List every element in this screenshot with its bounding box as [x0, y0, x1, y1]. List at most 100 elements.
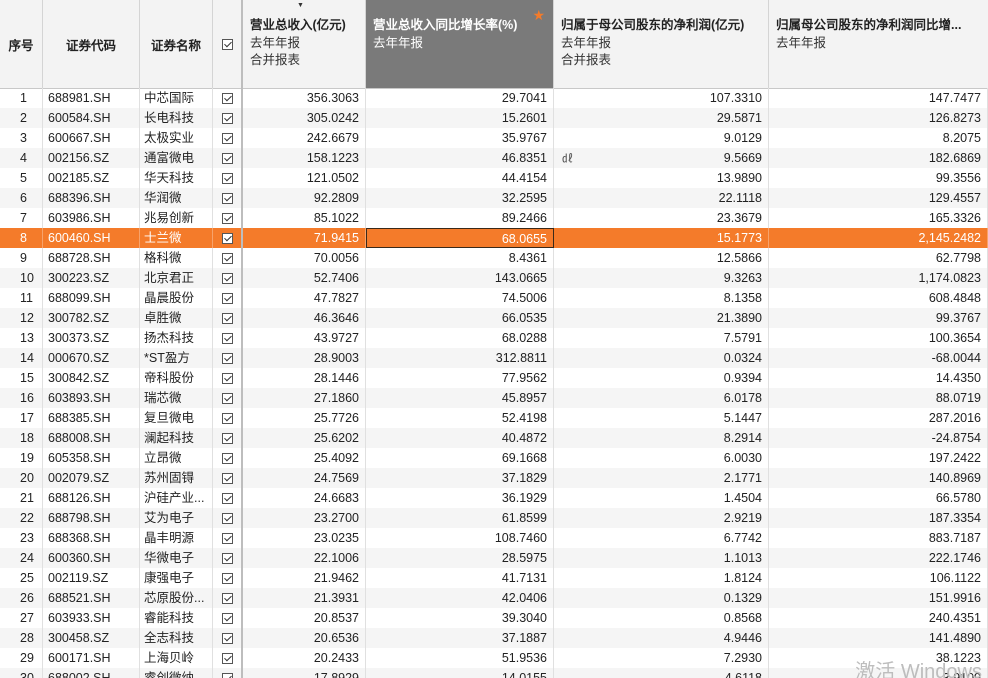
cell-name[interactable]: 沪硅产业...: [140, 488, 213, 508]
cell-idx[interactable]: 22: [0, 508, 43, 528]
cell-code[interactable]: 300223.SZ: [43, 268, 140, 288]
cell-code[interactable]: 600360.SH: [43, 548, 140, 568]
row-checkbox[interactable]: [221, 432, 233, 444]
cell-rev_g[interactable]: 41.7131: [366, 568, 554, 588]
cell-checkbox[interactable]: [213, 368, 242, 388]
cell-code[interactable]: 603986.SH: [43, 208, 140, 228]
cell-name[interactable]: 睿创微纳: [140, 668, 213, 678]
cell-name[interactable]: 华天科技: [140, 168, 213, 188]
cell-code[interactable]: 300842.SZ: [43, 368, 140, 388]
cell-name[interactable]: 华微电子: [140, 548, 213, 568]
table-row[interactable]: 1 688981.SH 中芯国际 356.3063 29.7041 107.3310 147…: [0, 88, 988, 108]
cell-np[interactable]: 0.1329: [554, 588, 769, 608]
cell-checkbox[interactable]: [213, 648, 242, 668]
cell-rev[interactable]: 305.0242: [243, 108, 366, 128]
table-row[interactable]: 2 600584.SH 长电科技 305.0242 15.2601 29.5871 126.…: [0, 108, 988, 128]
cell-idx[interactable]: 25: [0, 568, 43, 588]
cell-checkbox[interactable]: [213, 448, 242, 468]
cell-name[interactable]: 睿能科技: [140, 608, 213, 628]
table-row[interactable]: 9 688728.SH 格科微 70.0056 8.4361 12.5866 62.7798: [0, 248, 988, 268]
row-checkbox[interactable]: [221, 112, 233, 124]
cell-name[interactable]: 全志科技: [140, 628, 213, 648]
table-row[interactable]: 26 688521.SH 芯原股份... 21.3931 42.0406 0.1329 15…: [0, 588, 988, 608]
cell-rev[interactable]: 22.1006: [243, 548, 366, 568]
table-row[interactable]: 21 688126.SH 沪硅产业... 24.6683 36.1929 1.4504 66…: [0, 488, 988, 508]
cell-name[interactable]: 兆易创新: [140, 208, 213, 228]
row-checkbox[interactable]: [221, 392, 233, 404]
cell-idx[interactable]: 19: [0, 448, 43, 468]
cell-rev[interactable]: 17.8929: [243, 668, 366, 678]
cell-np_g[interactable]: 147.7477: [769, 88, 988, 108]
cell-np[interactable]: 7.2930: [554, 648, 769, 668]
cell-rev[interactable]: 23.0235: [243, 528, 366, 548]
cell-code[interactable]: 688396.SH: [43, 188, 140, 208]
cell-np_g[interactable]: 99.3556: [769, 168, 988, 188]
cell-name[interactable]: 格科微: [140, 248, 213, 268]
cell-rev[interactable]: 70.0056: [243, 248, 366, 268]
cell-checkbox[interactable]: [213, 308, 242, 328]
header-code[interactable]: 证券代码: [43, 0, 140, 88]
cell-np[interactable]: 6.0030: [554, 448, 769, 468]
cell-checkbox[interactable]: [213, 468, 242, 488]
table-row[interactable]: 30 688002.SH 睿创微纳 17.8929 14.0155 4.6118 3.910…: [0, 668, 988, 678]
cell-code[interactable]: 603893.SH: [43, 388, 140, 408]
cell-rev_g[interactable]: 14.0155: [366, 668, 554, 678]
table-row[interactable]: 7 603986.SH 兆易创新 85.1022 89.2466 23.3679 165.3…: [0, 208, 988, 228]
cell-code[interactable]: 688981.SH: [43, 88, 140, 108]
cell-np_g[interactable]: 608.4848: [769, 288, 988, 308]
cell-checkbox[interactable]: [213, 248, 242, 268]
cell-code[interactable]: 688002.SH: [43, 668, 140, 678]
row-checkbox[interactable]: [221, 292, 233, 304]
row-checkbox[interactable]: [221, 492, 233, 504]
cell-checkbox[interactable]: [213, 208, 242, 228]
table-row[interactable]: 13 300373.SZ 扬杰科技 43.9727 68.0288 7.5791 100.3…: [0, 328, 988, 348]
cell-np[interactable]: 21.3890: [554, 308, 769, 328]
cell-checkbox[interactable]: [213, 608, 242, 628]
cell-np[interactable]: 2.1771: [554, 468, 769, 488]
cell-checkbox[interactable]: [213, 108, 242, 128]
row-checkbox[interactable]: [221, 672, 233, 678]
cell-rev[interactable]: 20.2433: [243, 648, 366, 668]
cell-rev_g[interactable]: 66.0535: [366, 308, 554, 328]
cell-rev[interactable]: 356.3063: [243, 88, 366, 108]
cell-idx[interactable]: 20: [0, 468, 43, 488]
cell-rev[interactable]: 21.3931: [243, 588, 366, 608]
cell-idx[interactable]: 9: [0, 248, 43, 268]
cell-np[interactable]: 15.1773: [554, 228, 769, 248]
cell-np_g[interactable]: 287.2016: [769, 408, 988, 428]
cell-np[interactable]: 0.9394: [554, 368, 769, 388]
row-checkbox[interactable]: [221, 572, 233, 584]
cell-idx[interactable]: 15: [0, 368, 43, 388]
cell-idx[interactable]: 21: [0, 488, 43, 508]
cell-idx[interactable]: 5: [0, 168, 43, 188]
cell-np[interactable]: 2.9219: [554, 508, 769, 528]
cell-rev[interactable]: 27.1860: [243, 388, 366, 408]
cell-checkbox[interactable]: [213, 268, 242, 288]
cell-idx[interactable]: 17: [0, 408, 43, 428]
cell-np[interactable]: 8.2914: [554, 428, 769, 448]
table-row[interactable]: 10 300223.SZ 北京君正 52.7406 143.0665 9.3263 1,17…: [0, 268, 988, 288]
cell-np[interactable]: 6.0178: [554, 388, 769, 408]
cell-rev_g[interactable]: 69.1668: [366, 448, 554, 468]
cell-code[interactable]: 688368.SH: [43, 528, 140, 548]
chart-mini-icon[interactable]: ㎗: [562, 150, 573, 166]
cell-name[interactable]: 晶晨股份: [140, 288, 213, 308]
row-checkbox[interactable]: [221, 452, 233, 464]
cell-rev_g[interactable]: 28.5975: [366, 548, 554, 568]
row-checkbox[interactable]: [221, 232, 233, 244]
cell-np[interactable]: 4.9446: [554, 628, 769, 648]
row-checkbox[interactable]: [221, 532, 233, 544]
cell-rev_g[interactable]: 74.5006: [366, 288, 554, 308]
row-checkbox[interactable]: [221, 132, 233, 144]
cell-idx[interactable]: 2: [0, 108, 43, 128]
cell-idx[interactable]: 4: [0, 148, 43, 168]
table-row[interactable]: 28 300458.SZ 全志科技 20.6536 37.1887 4.9446 141.4…: [0, 628, 988, 648]
cell-idx[interactable]: 1: [0, 88, 43, 108]
cell-np_g[interactable]: 88.0719: [769, 388, 988, 408]
cell-rev[interactable]: 71.9415: [243, 228, 366, 248]
cell-code[interactable]: 605358.SH: [43, 448, 140, 468]
cell-code[interactable]: 688521.SH: [43, 588, 140, 608]
row-checkbox[interactable]: [221, 652, 233, 664]
cell-np_g[interactable]: 66.5780: [769, 488, 988, 508]
header-revenue-growth[interactable]: ★ 营业总收入同比增长率(%) 去年年报: [366, 0, 554, 88]
